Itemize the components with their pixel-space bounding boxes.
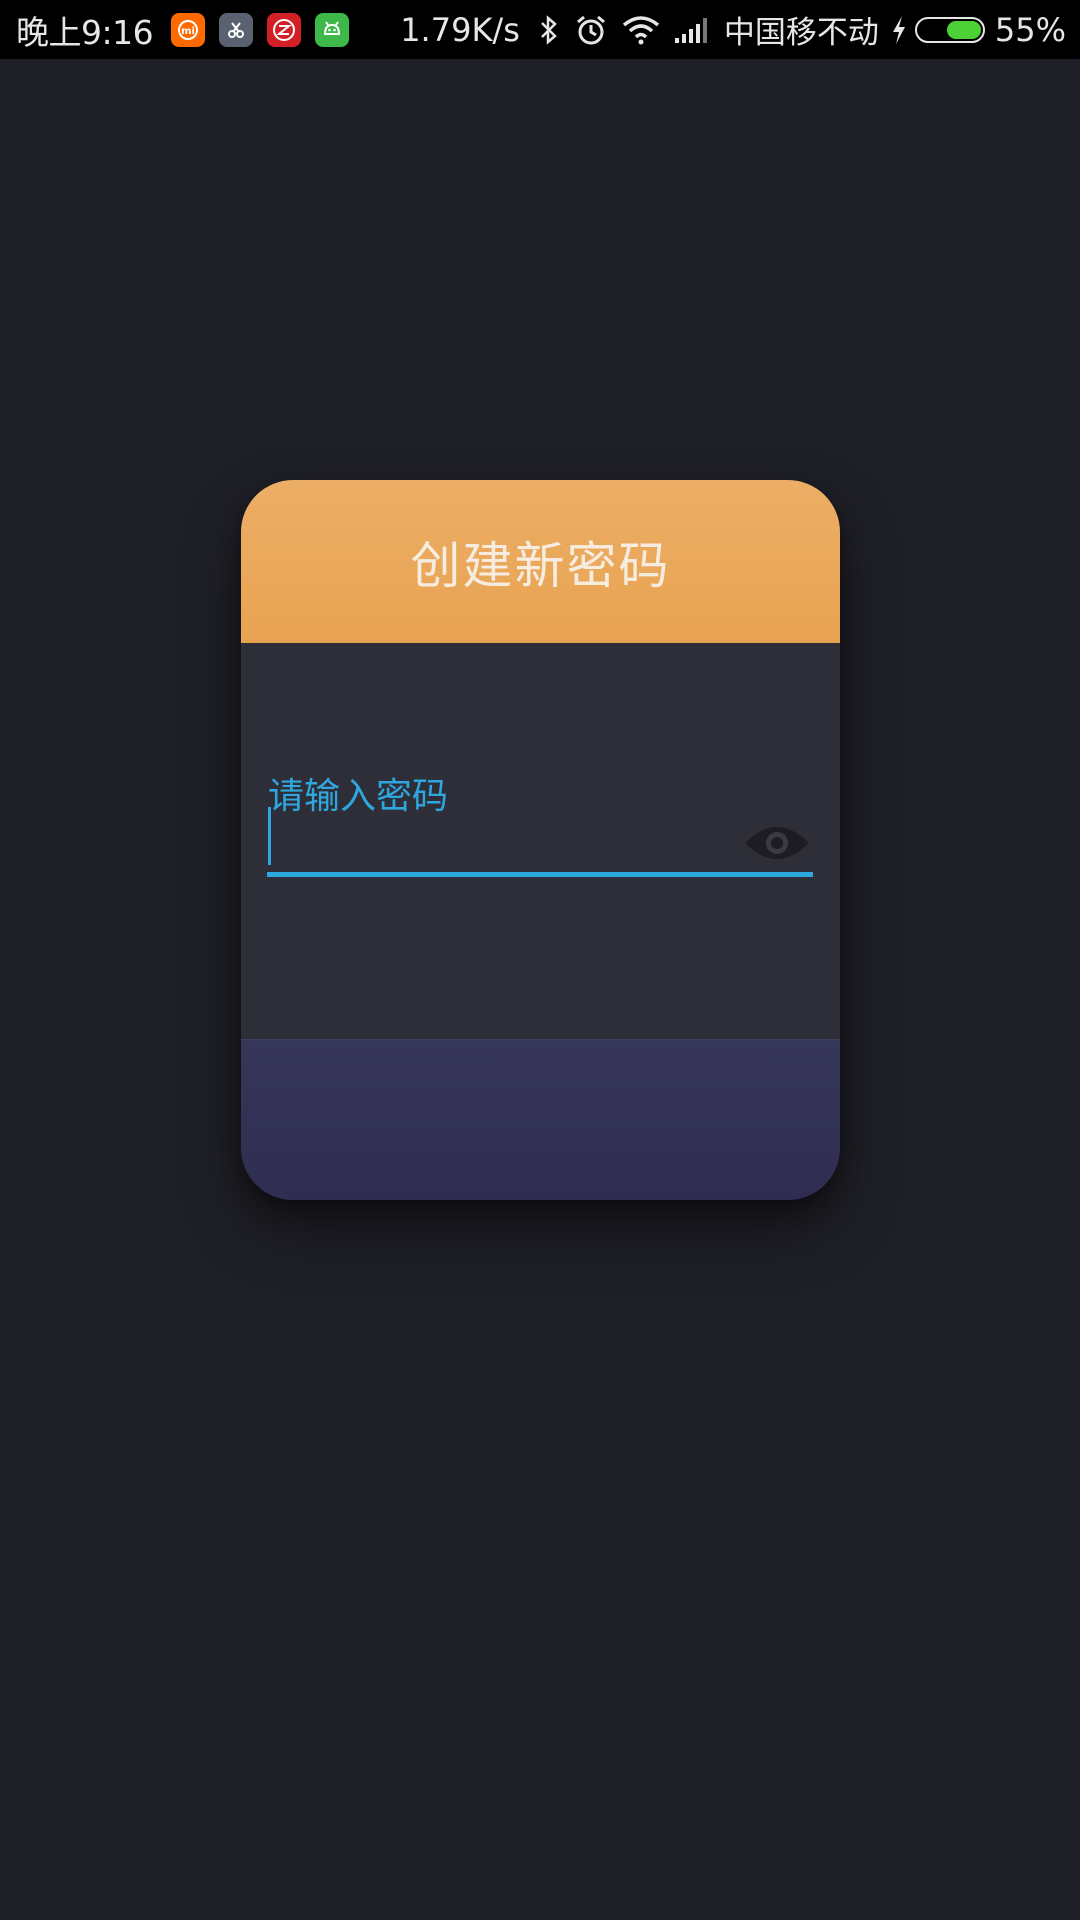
eye-icon[interactable] xyxy=(743,819,811,867)
status-time: 晚上9:16 xyxy=(16,12,154,52)
charging-icon xyxy=(891,15,907,45)
status-right: 1.79K/s 中国移不动 55% xyxy=(400,7,1066,52)
alarm-icon xyxy=(574,13,608,47)
status-bar: 晚上9:16 mi 1.79K/s 中国移不动 55% xyxy=(0,0,1080,59)
zhihu-app-icon xyxy=(267,12,302,47)
mi-app-icon: mi xyxy=(171,12,206,47)
scissors-app-icon xyxy=(219,12,254,47)
carrier-name: 中国移不动 xyxy=(723,15,879,51)
net-speed: 1.79K/s xyxy=(400,10,520,49)
dialog-footer xyxy=(241,1039,840,1200)
battery-percent: 55% xyxy=(994,10,1066,49)
android-app-icon xyxy=(315,12,350,47)
dialog-header: 创建新密码 xyxy=(241,480,840,643)
battery-icon xyxy=(914,16,985,43)
wifi-icon xyxy=(622,15,660,45)
dialog-body: 请输入密码 xyxy=(241,643,840,1039)
battery-level xyxy=(946,20,981,39)
dialog-title: 创建新密码 xyxy=(410,536,671,595)
create-password-dialog: 创建新密码 请输入密码 xyxy=(241,480,840,1200)
password-field-underline xyxy=(267,872,813,877)
svg-text:mi: mi xyxy=(181,26,195,37)
password-input[interactable] xyxy=(268,807,794,867)
status-left: 晚上9:16 mi xyxy=(16,6,363,54)
bluetooth-icon xyxy=(538,14,560,46)
signal-icon xyxy=(674,16,710,44)
text-cursor xyxy=(268,807,271,865)
